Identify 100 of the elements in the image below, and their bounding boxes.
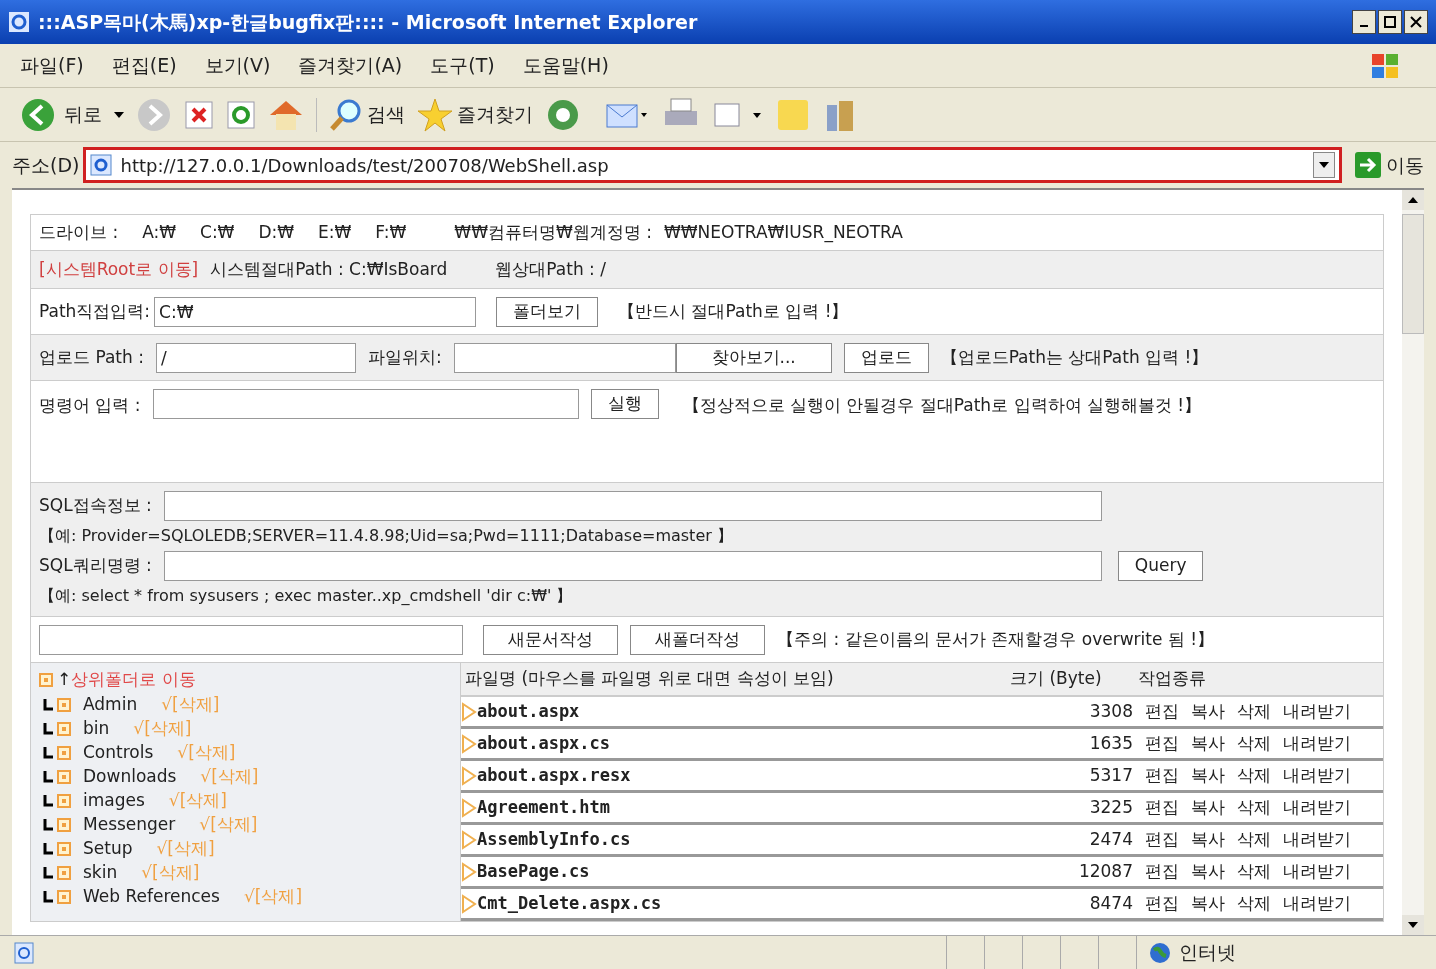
command-input[interactable] — [152, 389, 579, 419]
file-action-link[interactable]: 편집 — [1145, 826, 1179, 853]
maximize-button[interactable] — [1378, 10, 1402, 34]
sql-query-input[interactable] — [163, 551, 1102, 581]
back-button[interactable]: 뒤로 — [20, 96, 102, 133]
search-icon — [329, 97, 363, 132]
file-action-link[interactable]: 삭제 — [1237, 826, 1271, 853]
close-button[interactable] — [1404, 10, 1428, 34]
menu-item[interactable]: 편집(E) — [111, 51, 177, 80]
go-button[interactable]: 이동 — [1354, 150, 1424, 180]
file-action-link[interactable]: 내려받기 — [1283, 858, 1351, 885]
triangle-icon — [461, 829, 477, 850]
path-input[interactable]: C:₩ — [154, 296, 477, 327]
drive-link[interactable]: F:₩ — [375, 219, 407, 246]
menu-item[interactable]: 도구(T) — [430, 51, 495, 80]
file-action-link[interactable]: 내려받기 — [1283, 762, 1351, 789]
stop-icon[interactable] — [184, 99, 214, 130]
file-name-link[interactable]: Cmt_Delete.aspx.cs — [477, 890, 1037, 917]
view-folder-button[interactable]: 폴더보기 — [496, 296, 599, 327]
command-label: 명령어 입력 : — [39, 394, 141, 417]
search-button[interactable]: 검색 — [316, 97, 405, 132]
file-action-link[interactable]: 삭제 — [1237, 858, 1271, 885]
forward-icon[interactable] — [136, 96, 172, 133]
file-size: 3225 — [1088, 795, 1133, 819]
scroll-down-button[interactable] — [1402, 915, 1424, 935]
drive-link[interactable]: A:₩ — [142, 219, 176, 246]
folder-link[interactable]: images — [83, 787, 145, 814]
file-action-link[interactable]: 삭제 — [1237, 890, 1271, 917]
file-input[interactable] — [453, 342, 676, 373]
drive-label: 드라이브 : — [39, 220, 119, 244]
globe-icon — [1149, 941, 1171, 964]
file-name-link[interactable]: BasePage.cs — [477, 858, 1037, 885]
file-action-link[interactable]: 삭제 — [1237, 698, 1271, 725]
file-action-link[interactable]: 복사 — [1191, 858, 1225, 885]
tree-branch-icon — [43, 818, 53, 831]
file-action-link[interactable]: 복사 — [1191, 794, 1225, 821]
file-action-link[interactable]: 편집 — [1145, 794, 1179, 821]
file-action-link[interactable]: 편집 — [1145, 762, 1179, 789]
caret-icon[interactable] — [114, 111, 124, 118]
dropdown-button[interactable] — [1313, 152, 1335, 178]
folder-link[interactable]: Messenger — [83, 811, 176, 838]
minimize-button[interactable] — [1352, 10, 1376, 34]
file-action-link[interactable]: 복사 — [1191, 698, 1225, 725]
file-action-link[interactable]: 편집 — [1145, 858, 1179, 885]
file-action-link[interactable]: 편집 — [1145, 730, 1179, 757]
file-action-link[interactable]: 편집 — [1145, 698, 1179, 725]
new-document-button[interactable]: 새문서작성 — [483, 624, 618, 655]
scroll-up-button[interactable] — [1402, 190, 1424, 210]
upload-path-input[interactable]: / — [155, 342, 356, 373]
file-name-link[interactable]: AssemblyInfo.cs — [477, 826, 1037, 853]
parent-folder-link[interactable]: 상위폴더로 이동 — [71, 667, 196, 693]
drive-link[interactable]: D:₩ — [258, 219, 295, 246]
path-label: Path직접입력: — [39, 299, 151, 323]
favorites-button[interactable]: 즐겨찾기 — [417, 96, 533, 133]
triangle-icon — [461, 701, 477, 722]
drive-link[interactable]: E:₩ — [318, 219, 352, 246]
menu-item[interactable]: 즐겨찾기(A) — [298, 51, 403, 80]
run-button[interactable]: 실행 — [590, 389, 659, 419]
file-action-link[interactable]: 내려받기 — [1283, 826, 1351, 853]
query-button[interactable]: Query — [1117, 551, 1204, 581]
refresh-icon[interactable] — [226, 99, 256, 130]
upload-button[interactable]: 업로드 — [843, 342, 929, 373]
folder-link[interactable]: Web References — [83, 883, 220, 910]
new-folder-button[interactable]: 새폴더작성 — [630, 624, 765, 655]
file-action-link[interactable]: 내려받기 — [1283, 730, 1351, 757]
folder-link[interactable]: Downloads — [83, 763, 177, 790]
sql-connection-input[interactable] — [163, 491, 1102, 521]
tree-branch-icon — [43, 842, 53, 855]
file-name-link[interactable]: about.aspx.cs — [477, 730, 1037, 757]
scrollbar[interactable] — [1402, 190, 1424, 935]
file-name-link[interactable]: about.aspx.resx — [477, 762, 1037, 789]
file-action-link[interactable]: 복사 — [1191, 730, 1225, 757]
file-name-link[interactable]: about.aspx — [477, 698, 1037, 725]
scroll-thumb[interactable] — [1402, 214, 1424, 334]
file-action-link[interactable]: 복사 — [1191, 762, 1225, 789]
file-action-link[interactable]: 내려받기 — [1283, 794, 1351, 821]
menu-item[interactable]: 도움말(H) — [522, 51, 609, 80]
folder-link[interactable]: Setup — [83, 835, 133, 862]
menu-item[interactable]: 보기(V) — [204, 51, 271, 80]
menu-item[interactable]: 파일(F) — [20, 51, 84, 80]
drive-link[interactable]: C:₩ — [200, 219, 235, 246]
folder-link[interactable]: bin — [83, 715, 110, 742]
address-field[interactable]: http://127.0.0.1/Downloads/test/200708/WebShell.asp — [83, 147, 1342, 183]
file-action-link[interactable]: 삭제 — [1237, 730, 1271, 757]
folder-link[interactable]: Controls — [83, 739, 154, 766]
folder-link[interactable]: Admin — [83, 691, 138, 718]
browse-button[interactable]: 찾아보기... — [675, 342, 832, 373]
tree-branch-icon — [43, 698, 53, 711]
file-action-link[interactable]: 삭제 — [1237, 794, 1271, 821]
folder-link[interactable]: skin — [83, 859, 118, 886]
file-action-link[interactable]: 복사 — [1191, 890, 1225, 917]
new-name-input[interactable] — [39, 624, 463, 655]
file-name-link[interactable]: Agreement.htm — [477, 794, 1037, 821]
file-action-link[interactable]: 편집 — [1145, 890, 1179, 917]
system-root-link[interactable]: [시스템Root로 이동] — [39, 256, 199, 283]
file-action-link[interactable]: 내려받기 — [1283, 698, 1351, 725]
file-action-link[interactable]: 삭제 — [1237, 762, 1271, 789]
folder-icon — [57, 817, 71, 832]
file-action-link[interactable]: 내려받기 — [1283, 890, 1351, 917]
file-action-link[interactable]: 복사 — [1191, 826, 1225, 853]
